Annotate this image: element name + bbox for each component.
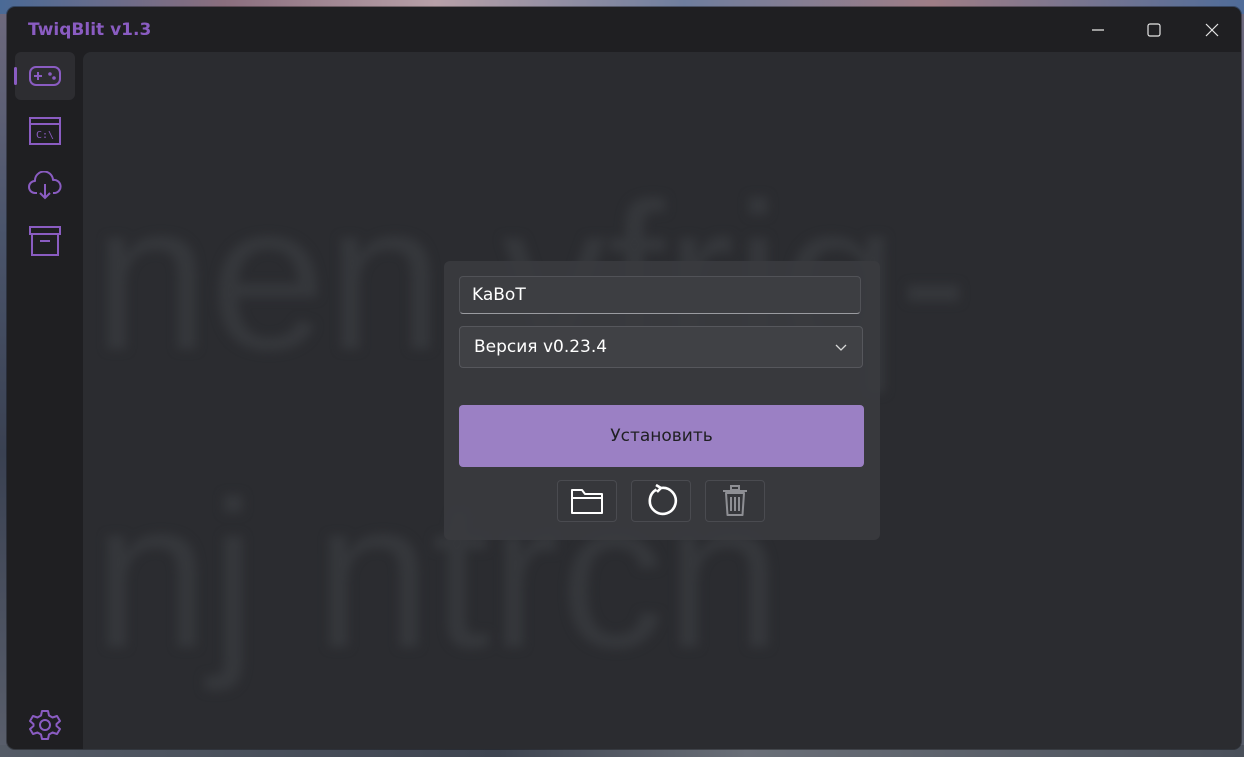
refresh-icon <box>648 484 678 516</box>
version-select-value: Версия v0.23.4 <box>474 337 608 357</box>
app-window: TwiqBlit v1.3 C:\ nen nj ntrcn KaBoT Вер… <box>7 7 1241 749</box>
delete-button[interactable] <box>705 480 765 522</box>
install-button[interactable]: Установить <box>459 405 864 467</box>
archive-box-icon <box>29 226 61 256</box>
install-button-label: Установить <box>610 426 713 446</box>
sidebar-item-console[interactable]: C:\ <box>15 107 75 155</box>
close-button[interactable] <box>1183 7 1241 52</box>
sidebar-item-archive[interactable] <box>15 217 75 265</box>
gear-icon <box>29 710 61 740</box>
maximize-icon <box>1147 22 1161 37</box>
sidebar-item-games[interactable] <box>14 52 75 100</box>
title-bar[interactable]: TwiqBlit v1.3 <box>7 7 1241 52</box>
install-panel: Версия v0.23.4 Установить <box>444 261 880 540</box>
refresh-button[interactable] <box>631 480 691 522</box>
terminal-icon: C:\ <box>29 117 61 145</box>
active-indicator <box>14 67 17 85</box>
minimize-icon <box>1092 28 1104 31</box>
settings-button[interactable] <box>15 701 75 749</box>
app-title: TwiqBlit v1.3 <box>28 20 152 40</box>
gamepad-icon <box>29 66 61 86</box>
open-folder-button[interactable] <box>557 480 617 522</box>
cloud-download-icon <box>28 171 62 200</box>
svg-text:C:\: C:\ <box>36 130 54 141</box>
version-select[interactable]: Версия v0.23.4 <box>459 326 863 368</box>
sidebar-item-downloads[interactable] <box>15 162 75 210</box>
chevron-down-icon <box>835 344 847 351</box>
close-icon <box>1205 23 1219 36</box>
folder-icon <box>571 489 603 514</box>
sidebar: C:\ <box>7 52 83 749</box>
trash-icon <box>723 485 747 516</box>
minimize-button[interactable] <box>1069 7 1127 52</box>
main-content: nen vfriq- nj ntrcn Версия v0.23.4 Устан… <box>83 52 1241 749</box>
maximize-button[interactable] <box>1125 7 1183 52</box>
name-input[interactable] <box>459 276 861 314</box>
